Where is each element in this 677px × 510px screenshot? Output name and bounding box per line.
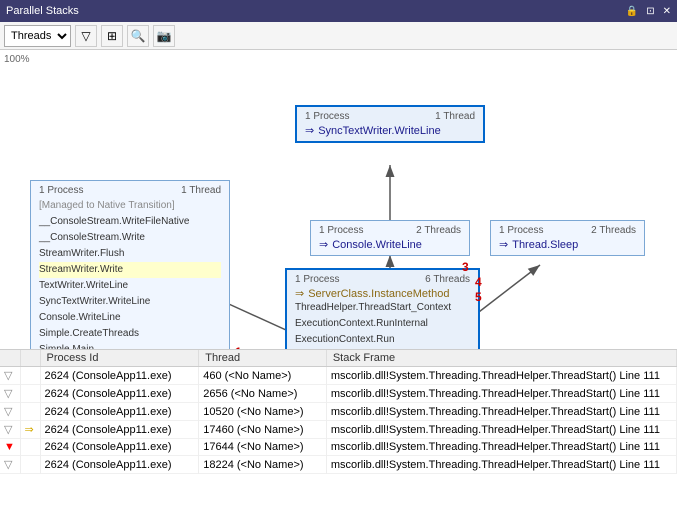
node-left-threads: 1 Thread: [181, 185, 221, 196]
zoom-label: 100%: [4, 54, 30, 65]
graph-area: 100% 1 Process 1 Thread: [0, 50, 677, 350]
table-row[interactable]: ▽ 2624 (ConsoleApp11.exe)2656 (<No Name>)…: [0, 385, 677, 403]
col-thread: Thread: [199, 350, 327, 367]
row-stack-frame: mscorlib.dll!System.Threading.ThreadHelp…: [326, 456, 676, 474]
row-arrow: [20, 385, 40, 403]
table-row[interactable]: ▽ 2624 (ConsoleApp11.exe)10520 (<No Name>…: [0, 403, 677, 421]
threads-table: Process Id Thread Stack Frame ▽ 2624 (Con…: [0, 350, 677, 474]
annotation-4: 4: [475, 275, 482, 289]
row-thread: 17644 (<No Name>): [199, 439, 327, 456]
annotation-3: 3: [462, 260, 469, 274]
row-thread: 18224 (<No Name>): [199, 456, 327, 474]
row-process-id: 2624 (ConsoleApp11.exe): [40, 403, 199, 421]
node-top-method: ⇒ SyncTextWriter.WriteLine: [305, 124, 475, 137]
col-process-id: Process Id: [40, 350, 199, 367]
row-flag: ▽: [0, 385, 20, 403]
table-row[interactable]: ▼ 2624 (ConsoleApp11.exe)17644 (<No Name>…: [0, 439, 677, 456]
row-process-id: 2624 (ConsoleApp11.exe): [40, 439, 199, 456]
row-stack-frame: mscorlib.dll!System.Threading.ThreadHelp…: [326, 367, 676, 385]
node-top-process: 1 Process: [305, 111, 349, 122]
annotation-5: 5: [475, 290, 482, 304]
main-area: 100% 1 Process 1 Thread: [0, 50, 677, 510]
node-top-icon: ⇒: [305, 124, 314, 137]
row-arrow: ⇒: [20, 421, 40, 439]
row-process-id: 2624 (ConsoleApp11.exe): [40, 367, 199, 385]
row-process-id: 2624 (ConsoleApp11.exe): [40, 456, 199, 474]
node-top-threads: 1 Thread: [435, 111, 475, 122]
title-bar: Parallel Stacks 🔒 ⊡ ✕: [0, 0, 677, 22]
row-stack-frame: mscorlib.dll!System.Threading.ThreadHelp…: [326, 385, 676, 403]
node-left-process: 1 Process: [39, 185, 83, 196]
node-mt-threads: 2 Threads: [416, 225, 461, 236]
grid-button[interactable]: ⊞: [101, 25, 123, 47]
row-thread: 2656 (<No Name>): [199, 385, 327, 403]
bottom-table: Process Id Thread Stack Frame ▽ 2624 (Con…: [0, 350, 677, 510]
node-middle-top[interactable]: 1 Process 2 Threads ⇒ Console.WriteLine: [310, 220, 470, 256]
node-top[interactable]: 1 Process 1 Thread ⇒ SyncTextWriter.Writ…: [295, 105, 485, 143]
table-row[interactable]: ▽ 2624 (ConsoleApp11.exe)460 (<No Name>)m…: [0, 367, 677, 385]
node-mb-threads: 6 Threads: [425, 274, 470, 285]
dock-icon[interactable]: ⊡: [646, 6, 654, 17]
table-header-row: Process Id Thread Stack Frame: [0, 350, 677, 367]
toolbar: Threads Tasks ▽ ⊞ 🔍 📷: [0, 22, 677, 50]
node-left-body: [Managed to Native Transition] __Console…: [39, 198, 221, 350]
title-bar-title: Parallel Stacks: [6, 5, 79, 17]
row-flag: ▽: [0, 367, 20, 385]
filter-button[interactable]: ▽: [75, 25, 97, 47]
col-arrow: [20, 350, 40, 367]
row-process-id: 2624 (ConsoleApp11.exe): [40, 421, 199, 439]
row-flag: ▽: [0, 421, 20, 439]
row-thread: 17460 (<No Name>): [199, 421, 327, 439]
close-icon[interactable]: ✕: [663, 6, 671, 17]
node-mb-method: ⇒ ServerClass.InstanceMethod: [295, 287, 470, 300]
node-mt-method: ⇒ Console.WriteLine: [319, 238, 461, 251]
row-arrow: [20, 403, 40, 421]
row-thread: 460 (<No Name>): [199, 367, 327, 385]
node-right-threads: 2 Threads: [591, 225, 636, 236]
pin-icon[interactable]: 🔒: [626, 6, 638, 17]
node-right-process: 1 Process: [499, 225, 543, 236]
node-mt-process: 1 Process: [319, 225, 363, 236]
row-process-id: 2624 (ConsoleApp11.exe): [40, 385, 199, 403]
row-stack-frame: mscorlib.dll!System.Threading.ThreadHelp…: [326, 439, 676, 456]
col-stack-frame: Stack Frame: [326, 350, 676, 367]
row-flag: ▽: [0, 403, 20, 421]
node-right-method: ⇒ Thread.Sleep: [499, 238, 636, 251]
row-flag: ▼: [0, 439, 20, 456]
row-arrow: [20, 367, 40, 385]
node-right[interactable]: 1 Process 2 Threads ⇒ Thread.Sleep: [490, 220, 645, 256]
camera-button[interactable]: 📷: [153, 25, 175, 47]
row-stack-frame: mscorlib.dll!System.Threading.ThreadHelp…: [326, 403, 676, 421]
row-flag: ▽: [0, 456, 20, 474]
threads-dropdown[interactable]: Threads Tasks: [4, 25, 71, 47]
node-middle-bottom[interactable]: 1 Process 6 Threads ⇒ ServerClass.Instan…: [285, 268, 480, 350]
row-arrow: [20, 456, 40, 474]
node-mb-body: ThreadHelper.ThreadStart_Context Executi…: [295, 300, 470, 350]
row-stack-frame: mscorlib.dll!System.Threading.ThreadHelp…: [326, 421, 676, 439]
zoom-button[interactable]: 🔍: [127, 25, 149, 47]
table-row[interactable]: ▽ 2624 (ConsoleApp11.exe)18224 (<No Name>…: [0, 456, 677, 474]
row-arrow: [20, 439, 40, 456]
row-thread: 10520 (<No Name>): [199, 403, 327, 421]
col-flag: [0, 350, 20, 367]
node-left[interactable]: 1 Process 1 Thread [Managed to Native Tr…: [30, 180, 230, 350]
node-mb-process: 1 Process: [295, 274, 339, 285]
table-row[interactable]: ▽⇒2624 (ConsoleApp11.exe)17460 (<No Name…: [0, 421, 677, 439]
